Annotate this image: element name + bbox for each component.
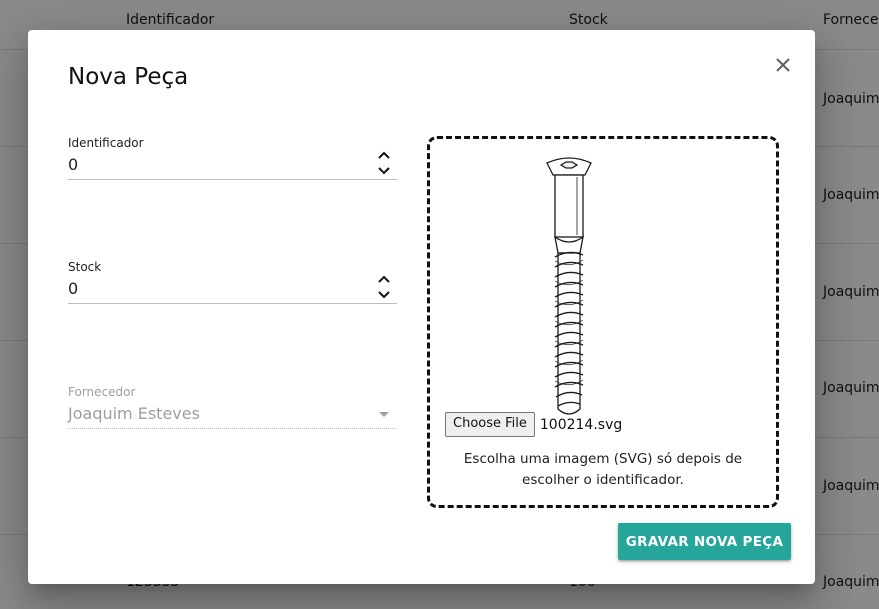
screw-image [546,157,592,415]
selected-file-name: 100214.svg [539,416,623,433]
stock-input[interactable]: 0 [68,275,397,304]
supplier-value: Joaquim Esteves [68,404,200,423]
identifier-label: Identificador [68,136,144,150]
spinner-down-icon [378,291,390,299]
stock-value[interactable]: 0 [68,279,78,298]
spinner-up-icon [378,151,390,159]
supplier-select[interactable]: Joaquim Esteves [68,400,397,429]
supplier-label: Fornecedor [68,385,136,399]
upload-help-text: Escolha uma imagem (SVG) só depois de es… [463,451,743,488]
identifier-input[interactable]: 0 [68,151,397,180]
image-upload-zone[interactable]: Choose File 100214.svg Escolha uma image… [427,136,779,508]
stock-spinner[interactable] [377,273,391,303]
dialog-title: Nova Peça [68,64,189,90]
spinner-up-icon [378,275,390,283]
close-icon [776,58,790,72]
identifier-field: Identificador 0 [68,135,397,180]
stock-label: Stock [68,260,102,274]
identifier-value[interactable]: 0 [68,155,78,174]
file-input: Choose File 100214.svg [445,412,622,437]
spinner-down-icon [378,167,390,175]
identifier-spinner[interactable] [377,149,391,179]
stock-field: Stock 0 [68,259,397,304]
new-part-dialog: Nova Peça Identificador 0 Stock 0 Fornec… [28,30,815,584]
save-new-part-button[interactable]: GRAVAR NOVA PEÇA [618,523,791,560]
close-button[interactable] [768,50,798,80]
choose-file-button[interactable]: Choose File [445,412,535,437]
dropdown-arrow-icon [379,412,389,417]
supplier-field: Fornecedor Joaquim Esteves [68,384,397,429]
